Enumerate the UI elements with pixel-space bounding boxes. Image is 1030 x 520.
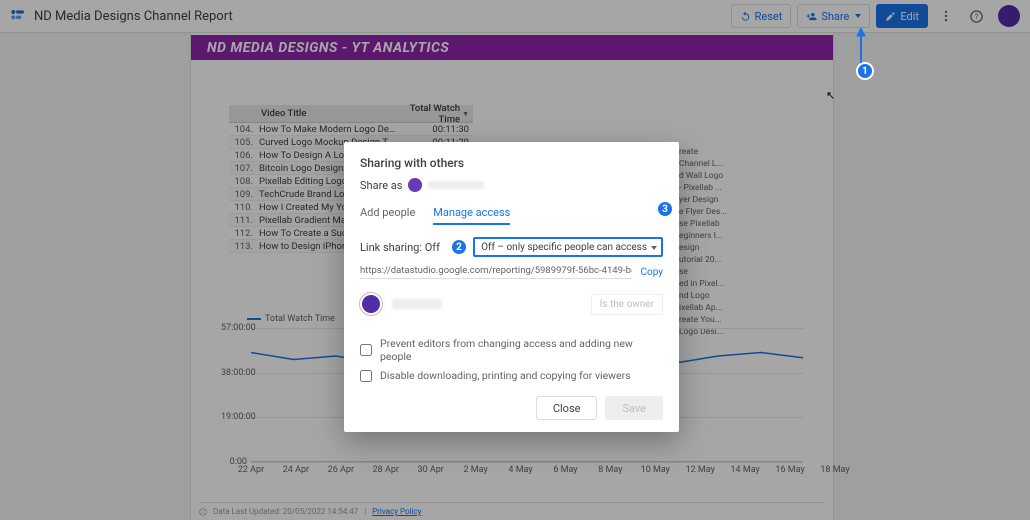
share-as-avatar [408,178,422,192]
annotation-badge-2: 2 [450,238,468,256]
access-level-dropdown[interactable]: Off – only specific people can access [473,237,663,257]
share-dialog: Sharing with others Share as Add people … [344,142,679,432]
disable-download-checkbox[interactable]: Disable downloading, printing and copyin… [360,369,663,382]
disable-download-label: Disable downloading, printing and copyin… [380,369,631,382]
access-level-value: Off – only specific people can access [481,242,647,253]
chevron-down-icon [651,246,657,250]
dialog-title: Sharing with others [360,156,663,170]
disable-download-input[interactable] [360,370,372,382]
annotation-badge-3: 3 [656,200,674,218]
prevent-editors-input[interactable] [360,344,372,356]
dialog-tabs: Add people Manage access [360,206,663,225]
share-as-row: Share as [360,178,663,192]
copy-link-button[interactable]: Copy [640,267,663,278]
share-as-name-redacted [428,181,484,189]
owner-row: Is the owner [360,293,663,315]
link-sharing-state: Link sharing: Off [360,241,440,254]
owner-avatar [360,293,382,315]
owner-role-badge: Is the owner [591,294,663,315]
owner-name-redacted [392,299,442,309]
prevent-editors-checkbox[interactable]: Prevent editors from changing access and… [360,337,663,363]
share-as-label: Share as [360,179,402,192]
tab-add-people[interactable]: Add people [360,206,415,225]
share-url[interactable]: https://datastudio.google.com/reporting/… [360,265,632,279]
prevent-editors-label: Prevent editors from changing access and… [380,337,663,363]
annotation-badge-1: 1 [856,62,874,80]
close-button[interactable]: Close [536,396,598,420]
save-button: Save [605,396,663,420]
tab-manage-access[interactable]: Manage access [433,206,510,225]
